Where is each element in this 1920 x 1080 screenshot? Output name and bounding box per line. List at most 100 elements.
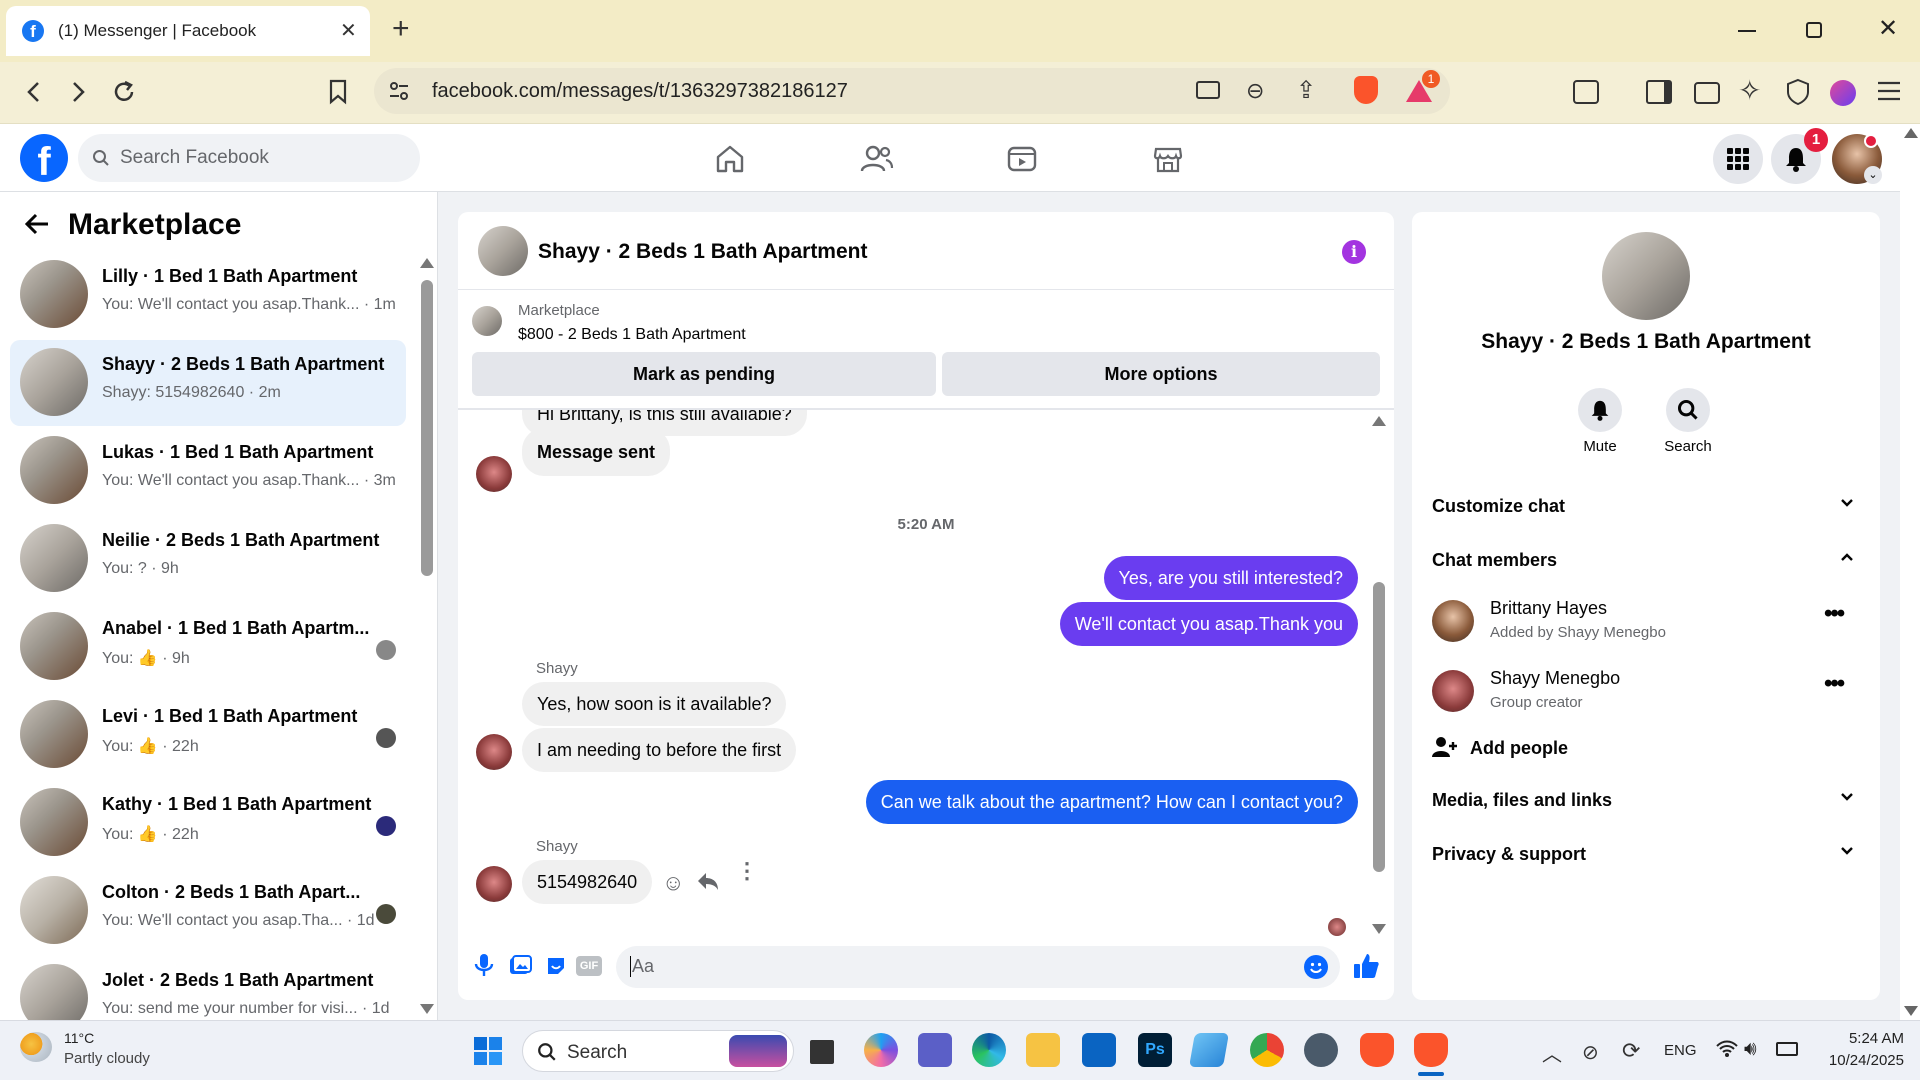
message-bubble-outgoing[interactable]: Yes, are you still interested? bbox=[1103, 556, 1358, 600]
conversation-item[interactable]: Colton · 2 Beds 1 Bath Apart... You: We'… bbox=[10, 868, 406, 954]
install-app-icon[interactable] bbox=[1196, 81, 1220, 99]
conversation-item[interactable]: Jolet · 2 Beds 1 Bath Apartment You: sen… bbox=[10, 956, 406, 1020]
refresh-icon[interactable]: ⟳ bbox=[1622, 1038, 1640, 1064]
home-nav-icon[interactable] bbox=[714, 143, 746, 175]
back-button[interactable] bbox=[14, 72, 54, 112]
reload-button[interactable] bbox=[104, 72, 144, 112]
member-item[interactable]: Brittany Hayes Added by Shayy Menegbo ••… bbox=[1432, 594, 1862, 650]
forward-button[interactable] bbox=[58, 72, 98, 112]
member-item[interactable]: Shayy Menegbo Group creator ••• bbox=[1432, 664, 1862, 720]
conversation-item[interactable]: Lilly · 1 Bed 1 Bath Apartment You: We'l… bbox=[10, 252, 406, 338]
new-tab-button[interactable]: + bbox=[392, 12, 410, 46]
privacy-support-row[interactable]: Privacy & support bbox=[1432, 844, 1862, 865]
battery-icon[interactable] bbox=[1776, 1042, 1798, 1056]
start-button[interactable] bbox=[473, 1036, 503, 1066]
chat-scrollbar-thumb[interactable] bbox=[1373, 582, 1385, 872]
sidebar-toggle-icon[interactable] bbox=[1646, 80, 1672, 104]
emoji-icon[interactable] bbox=[1304, 955, 1328, 979]
attach-image-icon[interactable] bbox=[508, 954, 532, 978]
more-options-button[interactable]: More options bbox=[942, 352, 1380, 396]
customize-chat-row[interactable]: Customize chat bbox=[1432, 496, 1862, 517]
media-files-row[interactable]: Media, files and links bbox=[1432, 790, 1862, 811]
page-scroll-down-icon[interactable] bbox=[1904, 1006, 1918, 1016]
list-scrollbar-thumb[interactable] bbox=[421, 280, 433, 576]
sync-off-icon[interactable]: ⊘ bbox=[1582, 1040, 1599, 1065]
voice-clip-icon[interactable] bbox=[474, 952, 494, 978]
site-settings-icon[interactable] bbox=[388, 81, 410, 101]
member-more-icon[interactable]: ••• bbox=[1824, 600, 1845, 628]
more-actions-icon[interactable]: ⋮ bbox=[736, 860, 758, 882]
message-bubble[interactable]: 5154982640 bbox=[522, 860, 653, 904]
account-chevron-icon[interactable]: ⌄ bbox=[1864, 166, 1882, 184]
gif-icon[interactable]: GIF bbox=[576, 956, 602, 976]
minimize-button[interactable] bbox=[1738, 30, 1756, 32]
reader-mode-icon[interactable] bbox=[1573, 80, 1599, 104]
chat-scroll-down-icon[interactable] bbox=[1372, 924, 1386, 934]
outlook-icon[interactable] bbox=[1082, 1033, 1116, 1067]
taskbar-search[interactable]: Search bbox=[522, 1030, 794, 1072]
friends-nav-icon[interactable] bbox=[860, 143, 894, 175]
conversation-item[interactable]: Lukas · 1 Bed 1 Bath Apartment You: We'l… bbox=[10, 428, 406, 514]
app-icon[interactable] bbox=[1189, 1033, 1229, 1067]
listing-thumbnail[interactable] bbox=[472, 306, 502, 336]
wifi-icon[interactable] bbox=[1716, 1040, 1738, 1058]
search-facebook[interactable]: Search Facebook bbox=[78, 134, 420, 182]
chrome-icon[interactable] bbox=[1250, 1033, 1284, 1067]
facebook-logo[interactable]: f bbox=[20, 134, 68, 182]
volume-icon[interactable]: 🔊︎ bbox=[1744, 1038, 1757, 1061]
watch-nav-icon[interactable] bbox=[1006, 143, 1038, 175]
sender-avatar[interactable] bbox=[476, 734, 512, 770]
like-send-icon[interactable] bbox=[1352, 952, 1380, 980]
conversation-item[interactable]: Levi · 1 Bed 1 Bath Apartment You: 👍 · 2… bbox=[10, 692, 406, 778]
page-scroll-up-icon[interactable] bbox=[1904, 128, 1918, 138]
conversation-item[interactable]: Anabel · 1 Bed 1 Bath Apartm... You: 👍 ·… bbox=[10, 604, 406, 690]
info-icon[interactable]: i bbox=[1342, 240, 1366, 264]
message-bubble-outgoing[interactable]: We'll contact you asap.Thank you bbox=[1059, 602, 1358, 646]
clock-time[interactable]: 5:24 AM bbox=[1812, 1030, 1904, 1047]
vpn-shield-icon[interactable] bbox=[1786, 78, 1810, 106]
language-indicator[interactable]: ENG bbox=[1664, 1042, 1697, 1059]
react-emoji-icon[interactable]: ☺ bbox=[662, 870, 684, 896]
leo-ai-icon[interactable]: ✧ bbox=[1738, 74, 1761, 107]
chat-title[interactable]: Shayy · 2 Beds 1 Bath Apartment bbox=[538, 240, 867, 264]
file-explorer-dark-icon[interactable] bbox=[810, 1040, 834, 1064]
message-bubble[interactable]: Message sent bbox=[522, 428, 671, 476]
share-icon[interactable]: ⇪ bbox=[1296, 76, 1316, 105]
mute-button[interactable] bbox=[1578, 388, 1622, 432]
address-bar[interactable]: facebook.com/messages/t/1363297382186127… bbox=[374, 68, 1450, 114]
sender-avatar[interactable] bbox=[476, 456, 512, 492]
photoshop-icon[interactable]: Ps bbox=[1138, 1033, 1172, 1067]
marketplace-nav-icon[interactable] bbox=[1152, 143, 1184, 175]
show-hidden-icons[interactable]: ︿ bbox=[1542, 1038, 1562, 1067]
message-bubble-outgoing[interactable]: Can we talk about the apartment? How can… bbox=[865, 780, 1358, 824]
conversation-item[interactable]: Kathy · 1 Bed 1 Bath Apartment You: 👍 · … bbox=[10, 780, 406, 866]
profile-avatar-icon[interactable] bbox=[1830, 80, 1856, 106]
zoom-icon[interactable]: ⊖ bbox=[1246, 78, 1264, 104]
sender-avatar[interactable] bbox=[476, 866, 512, 902]
bookmark-icon[interactable] bbox=[318, 72, 358, 112]
menu-grid-button[interactable] bbox=[1713, 134, 1763, 184]
teams-icon[interactable] bbox=[918, 1033, 952, 1067]
conversation-item-active[interactable]: Shayy · 2 Beds 1 Bath Apartment Shayy: 5… bbox=[10, 340, 406, 426]
chat-avatar[interactable] bbox=[478, 226, 528, 276]
conversation-avatar-large[interactable] bbox=[1602, 232, 1690, 320]
reply-icon[interactable] bbox=[696, 870, 720, 892]
browser-tab[interactable]: f (1) Messenger | Facebook ✕ bbox=[6, 6, 370, 56]
message-bubble[interactable]: Yes, how soon is it available? bbox=[522, 682, 787, 726]
conversation-item[interactable]: Neilie · 2 Beds 1 Bath Apartment You: ? … bbox=[10, 516, 406, 602]
copilot-icon[interactable] bbox=[864, 1033, 898, 1067]
menu-icon[interactable] bbox=[1876, 80, 1902, 102]
edge-icon[interactable] bbox=[972, 1033, 1006, 1067]
back-arrow-icon[interactable] bbox=[24, 212, 50, 236]
page-scrollbar[interactable] bbox=[1900, 124, 1920, 1020]
brave-shields-icon[interactable] bbox=[1354, 76, 1378, 104]
mark-as-pending-button[interactable]: Mark as pending bbox=[472, 352, 936, 396]
clock-date[interactable]: 10/24/2025 bbox=[1812, 1052, 1904, 1069]
list-scroll-up-icon[interactable] bbox=[420, 258, 434, 268]
brave-active-icon[interactable] bbox=[1414, 1033, 1448, 1067]
file-explorer-icon[interactable] bbox=[1026, 1033, 1060, 1067]
message-input[interactable]: Aa bbox=[616, 946, 1340, 988]
sticker-icon[interactable] bbox=[544, 954, 568, 978]
wallet-icon[interactable] bbox=[1694, 82, 1720, 104]
brave-icon[interactable] bbox=[1360, 1033, 1394, 1067]
